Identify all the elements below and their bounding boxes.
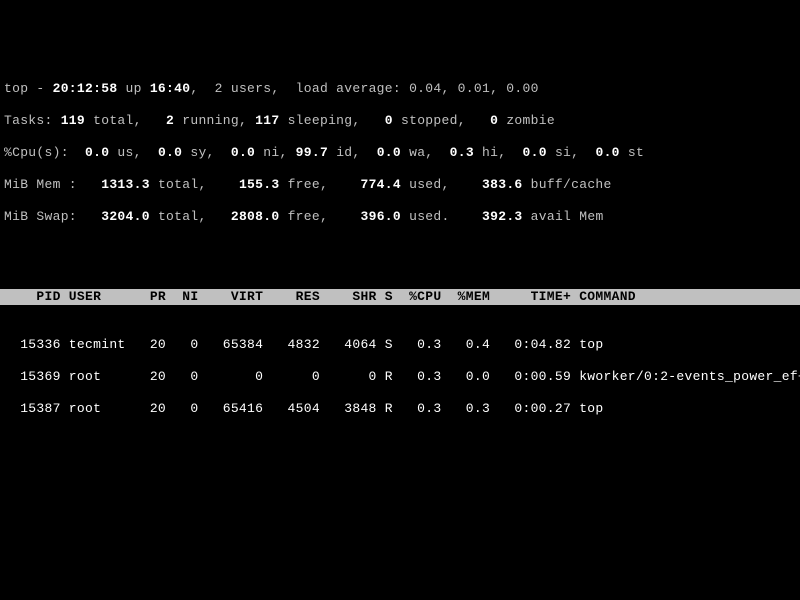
process-table-body[interactable]: 15336 tecmint 20 0 65384 4832 4064 S 0.3… xyxy=(0,321,800,433)
summary-line-mem: MiB Mem : 1313.3 total, 155.3 free, 774.… xyxy=(4,177,796,193)
summary-line-uptime: top - 20:12:58 up 16:40, 2 users, load a… xyxy=(4,81,796,97)
blank-line xyxy=(4,241,796,257)
summary-block: top - 20:12:58 up 16:40, 2 users, load a… xyxy=(0,64,800,273)
table-row[interactable]: 15387 root 20 0 65416 4504 3848 R 0.3 0.… xyxy=(4,401,796,417)
summary-line-swap: MiB Swap: 3204.0 total, 2808.0 free, 396… xyxy=(4,209,796,225)
table-row[interactable]: 15369 root 20 0 0 0 0 R 0.3 0.0 0:00.59 … xyxy=(4,369,796,385)
process-table-header[interactable]: PID USER PR NI VIRT RES SHR S %CPU %MEM … xyxy=(0,289,800,305)
summary-line-tasks: Tasks: 119 total, 2 running, 117 sleepin… xyxy=(4,113,796,129)
summary-line-cpu: %Cpu(s): 0.0 us, 0.0 sy, 0.0 ni, 99.7 id… xyxy=(4,145,796,161)
table-row[interactable]: 15336 tecmint 20 0 65384 4832 4064 S 0.3… xyxy=(4,337,796,353)
